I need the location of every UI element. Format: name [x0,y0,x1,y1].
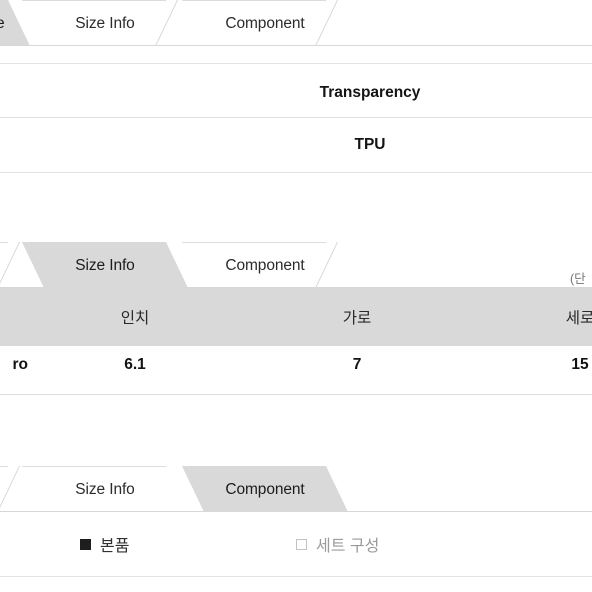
size-table-cell-height: 15 [571,356,589,373]
size-table-cell-model: ro [12,356,29,373]
component-option-label: 본품 [100,538,130,555]
detail-tabstrip: e Size Info Component [0,0,592,46]
tab-component-size-info[interactable]: Size Info [22,466,188,512]
size-info-tabstrip: Size Info Component [0,242,592,288]
tab-label: Component [225,480,305,498]
tabstrip-baseline [0,511,592,512]
component-option-set[interactable]: 세트 구성 [296,532,379,556]
tab-detail-size-info[interactable]: Size Info [22,0,188,46]
unit-note: (단 [570,272,586,286]
tab-label: Size Info [75,14,135,32]
component-tabstrip: Size Info Component [0,466,592,512]
component-section: Size Info Component 본품 세트 구성 [0,466,592,577]
checkbox-filled-icon [80,538,91,550]
detail-row-transparency: Transparency [319,84,421,101]
size-info-section: Size Info Component (단 인치 가로 세로 ro 6.1 7… [0,242,592,395]
tab-label: Size Info [75,480,135,498]
tab-label: Component [225,256,305,274]
tab-label: Component [225,14,305,32]
size-table-header-inch: 인치 [120,310,150,327]
tab-label: e [0,14,5,32]
size-table-header-width: 가로 [342,310,372,327]
row-divider [0,576,592,577]
row-divider [0,117,592,118]
size-table-header-height: 세로 [565,310,592,327]
row-divider [0,172,592,173]
tab-label: Size Info [75,256,135,274]
size-table-cell-inch: 6.1 [124,356,146,373]
checkbox-empty-icon [296,538,307,550]
tab-detail-component[interactable]: Component [182,0,348,46]
row-divider [0,63,592,64]
component-option-label: 세트 구성 [316,538,380,555]
detail-section: e Size Info Component Transparency TPU [0,0,592,173]
detail-row-material: TPU [354,136,386,153]
row-divider [0,394,592,395]
component-option-main[interactable]: 본품 [80,532,129,556]
size-table-cell-width: 7 [352,356,362,373]
tab-component[interactable]: Component [182,466,348,512]
tab-size-info[interactable]: Size Info [22,242,188,288]
tabstrip-baseline [0,45,592,46]
tab-size-component[interactable]: Component [182,242,348,288]
